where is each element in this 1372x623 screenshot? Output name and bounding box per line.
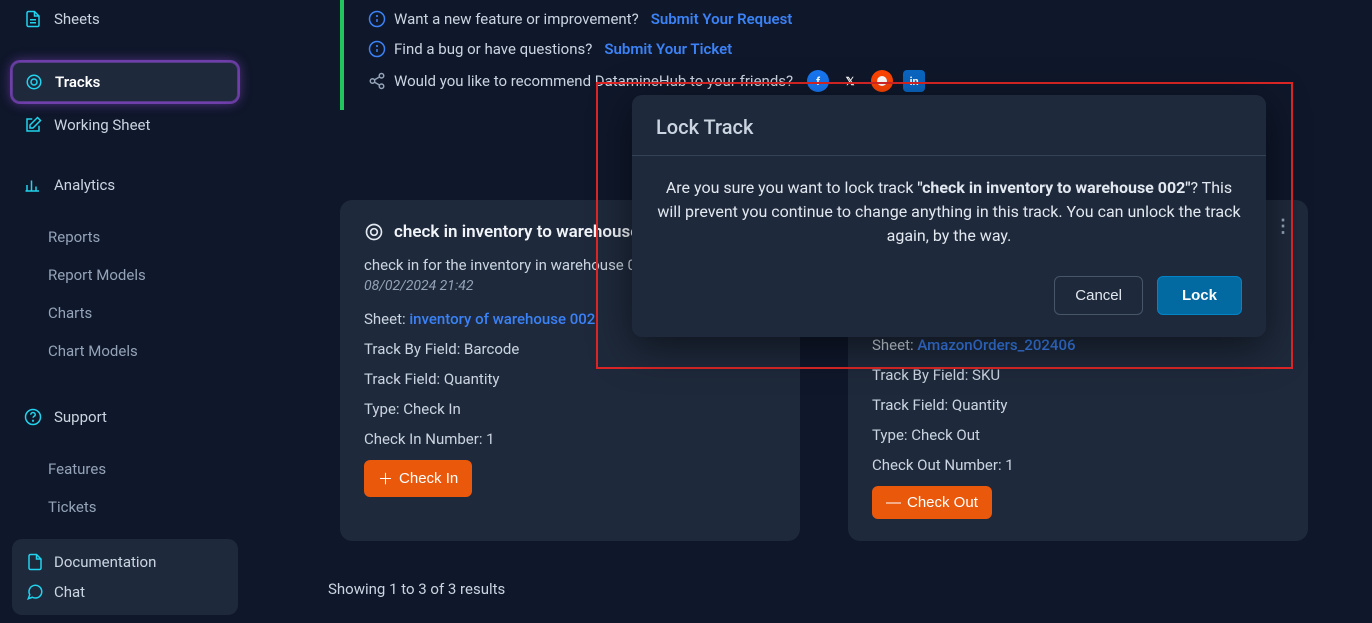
sidebar-item-sheets[interactable]: Sheets bbox=[12, 0, 238, 38]
sidebar-item-charts[interactable]: Charts bbox=[12, 294, 238, 332]
sidebar-footer: Documentation Chat bbox=[12, 539, 238, 615]
track-icon bbox=[364, 222, 384, 242]
sidebar-item-chart-models[interactable]: Chart Models bbox=[12, 332, 238, 370]
card-number: Check In Number: 1 bbox=[364, 430, 776, 448]
submit-ticket-link[interactable]: Submit Your Ticket bbox=[604, 40, 732, 58]
results-count: Showing 1 to 3 of 3 results bbox=[328, 580, 505, 598]
sheet-link[interactable]: AmazonOrders_202406 bbox=[917, 336, 1075, 354]
footer-label: Documentation bbox=[54, 553, 156, 571]
sidebar-item-tickets[interactable]: Tickets bbox=[12, 488, 238, 526]
linkedin-icon[interactable]: in bbox=[903, 70, 925, 92]
sidebar-item-support[interactable]: Support bbox=[12, 398, 238, 436]
sidebar-item-chat[interactable]: Chat bbox=[24, 577, 226, 607]
submit-request-link[interactable]: Submit Your Request bbox=[651, 10, 793, 28]
card-type: Type: Check In bbox=[364, 400, 776, 418]
modal-body: Are you sure you want to lock track "che… bbox=[632, 156, 1266, 268]
edit-icon bbox=[24, 116, 42, 134]
sidebar-label: Tracks bbox=[55, 73, 100, 91]
banner-text: Want a new feature or improvement? bbox=[394, 10, 639, 28]
card-sheet: Sheet: AmazonOrders_202406 bbox=[872, 336, 1284, 354]
modal-header: Lock Track bbox=[632, 95, 1266, 156]
sidebar-item-analytics[interactable]: Analytics bbox=[12, 166, 238, 204]
info-icon bbox=[368, 10, 386, 28]
track-icon bbox=[25, 73, 43, 91]
analytics-icon bbox=[24, 176, 42, 194]
help-icon bbox=[24, 408, 42, 426]
info-banner: Want a new feature or improvement? Submi… bbox=[340, 0, 1332, 110]
sidebar-label: Analytics bbox=[54, 176, 115, 194]
banner-text: Would you like to recommend DatamineHub … bbox=[394, 72, 793, 90]
minus-icon: — bbox=[886, 494, 901, 511]
card-track-field: Track Field: Quantity bbox=[364, 370, 776, 388]
modal-title: Lock Track bbox=[656, 115, 1242, 139]
info-icon bbox=[368, 40, 386, 58]
sidebar-label: Working Sheet bbox=[54, 116, 150, 134]
banner-row-recommend: Would you like to recommend DatamineHub … bbox=[368, 64, 1332, 98]
sidebar-label: Support bbox=[54, 408, 107, 426]
cancel-button[interactable]: Cancel bbox=[1054, 276, 1143, 315]
sidebar-item-reports[interactable]: Reports bbox=[12, 218, 238, 256]
facebook-icon[interactable]: f bbox=[807, 70, 829, 92]
sidebar: Sheets Tracks Working Sheet Analytics Re… bbox=[0, 0, 250, 623]
sidebar-item-working-sheet[interactable]: Working Sheet bbox=[12, 106, 238, 144]
banner-row-feature: Want a new feature or improvement? Submi… bbox=[368, 4, 1332, 34]
sidebar-item-documentation[interactable]: Documentation bbox=[24, 547, 226, 577]
card-number: Check Out Number: 1 bbox=[872, 456, 1284, 474]
document-icon bbox=[26, 553, 44, 571]
modal-footer: Cancel Lock bbox=[632, 268, 1266, 337]
banner-row-bug: Find a bug or have questions? Submit You… bbox=[368, 34, 1332, 64]
card-track-by: Track By Field: Barcode bbox=[364, 340, 776, 358]
sidebar-label: Sheets bbox=[54, 10, 100, 28]
sidebar-item-features[interactable]: Features bbox=[12, 450, 238, 488]
sheet-icon bbox=[24, 10, 42, 28]
share-icon bbox=[368, 72, 386, 90]
chat-icon bbox=[26, 583, 44, 601]
lock-button[interactable]: Lock bbox=[1157, 276, 1242, 315]
x-icon[interactable]: 𝕏 bbox=[839, 70, 861, 92]
sheet-link[interactable]: inventory of warehouse 002 bbox=[409, 310, 595, 328]
card-menu-icon[interactable]: ⋮ bbox=[1274, 216, 1292, 237]
sidebar-item-report-models[interactable]: Report Models bbox=[12, 256, 238, 294]
social-icons: f 𝕏 in bbox=[807, 70, 925, 92]
banner-text: Find a bug or have questions? bbox=[394, 40, 592, 58]
footer-label: Chat bbox=[54, 583, 85, 601]
card-track-field: Track Field: Quantity bbox=[872, 396, 1284, 414]
card-track-by: Track By Field: SKU bbox=[872, 366, 1284, 384]
card-title: check in inventory to warehouse 002 bbox=[394, 222, 673, 242]
reddit-icon[interactable] bbox=[871, 70, 893, 92]
sidebar-item-tracks[interactable]: Tracks bbox=[12, 62, 238, 102]
lock-track-modal: Lock Track Are you sure you want to lock… bbox=[632, 95, 1266, 337]
check-out-button[interactable]: — Check Out bbox=[872, 486, 992, 519]
plus-icon: ＋ bbox=[378, 468, 393, 489]
check-in-button[interactable]: ＋ Check In bbox=[364, 460, 472, 497]
card-type: Type: Check Out bbox=[872, 426, 1284, 444]
